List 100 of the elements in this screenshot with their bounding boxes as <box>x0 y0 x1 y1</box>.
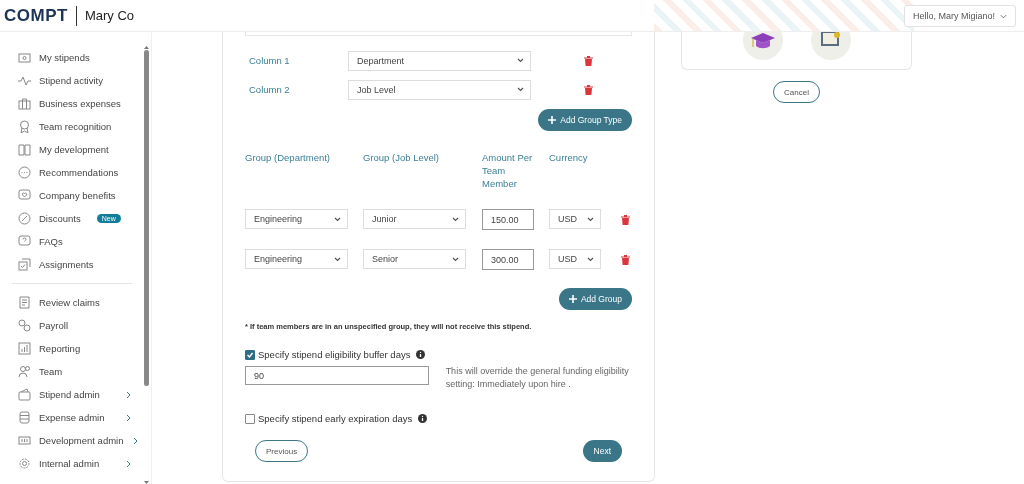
trash-icon <box>584 55 593 66</box>
column-header: Currency <box>549 151 589 165</box>
nav-label: Business expenses <box>39 98 121 109</box>
nav-item[interactable]: Team recognition <box>18 115 132 138</box>
nav-item[interactable]: Development admin <box>18 429 132 452</box>
dropdown[interactable]: Engineering <box>245 249 348 269</box>
nav-item[interactable]: Review claims <box>18 291 132 314</box>
column-header: Group (Department) <box>245 151 331 165</box>
nav-label: Team recognition <box>39 121 112 132</box>
nav-label: Assignments <box>39 259 94 270</box>
column-label: Column 2 <box>248 84 291 95</box>
chevron-down-icon <box>517 58 524 63</box>
dropdown[interactable]: Department <box>348 50 531 71</box>
chevron-down-icon <box>587 216 594 222</box>
scrollbar-thumb[interactable] <box>144 50 149 386</box>
logo[interactable]: COMPT <box>4 5 68 26</box>
nav-item[interactable]: Company benefits <box>18 184 132 207</box>
nav-item[interactable]: Reporting <box>18 337 132 360</box>
nav-label: Recommendations <box>39 167 119 178</box>
nav-label: Development admin <box>39 435 124 446</box>
scroll-up-arrow-icon <box>144 46 149 49</box>
cancel-button[interactable]: Cancel <box>773 81 820 103</box>
nav-label: Internal admin <box>39 458 100 469</box>
dropdown[interactable]: USD <box>549 209 601 229</box>
nav-item[interactable]: My stipends <box>18 46 132 69</box>
nav-label: Payroll <box>39 320 69 331</box>
dropdown[interactable]: Junior <box>363 209 466 229</box>
column-label: Column 1 <box>248 55 291 66</box>
database-icon <box>18 411 31 424</box>
nav-item[interactable]: Recommendations <box>18 161 132 184</box>
nav-label: FAQs <box>39 236 63 247</box>
nav-label: Reporting <box>39 343 81 354</box>
trash-icon <box>584 84 593 95</box>
book-icon <box>18 143 31 156</box>
pulse-icon <box>18 74 31 87</box>
company-name: Mary Co <box>84 8 134 23</box>
previous-button[interactable]: Previous <box>255 440 309 462</box>
days-field[interactable]: 90 <box>245 366 429 385</box>
nav-item[interactable]: Assignments <box>18 253 132 276</box>
nav-item[interactable]: Team <box>18 360 132 383</box>
chevron-down-icon <box>334 216 341 222</box>
question-icon <box>18 235 31 248</box>
nav-label: Stipend activity <box>39 75 103 86</box>
dropdown[interactable]: Senior <box>363 249 466 269</box>
plus-icon <box>568 295 577 303</box>
briefcase-icon <box>18 97 31 110</box>
nav-label: Stipend admin <box>39 389 100 400</box>
discount-icon <box>18 212 31 225</box>
dropdown[interactable]: Job Level <box>348 79 531 100</box>
plus-icon <box>548 116 557 124</box>
document-icon <box>18 296 31 309</box>
amount-field[interactable]: 150.00 <box>482 209 534 230</box>
nav-label: Company benefits <box>39 190 116 201</box>
nav-item[interactable]: Internal admin <box>18 452 132 475</box>
add-button[interactable]: Add Group <box>558 288 632 310</box>
nav-item[interactable]: FAQs <box>18 230 132 253</box>
award-icon <box>18 120 31 133</box>
info-icon <box>416 350 426 359</box>
dropdown[interactable]: Engineering <box>245 209 348 229</box>
nav-item[interactable]: Stipend activity <box>18 69 132 92</box>
nav-item[interactable]: Payroll <box>18 314 132 337</box>
nav-label: Review claims <box>39 297 100 308</box>
dropdown[interactable]: USD <box>549 249 601 269</box>
bar-chart-icon <box>18 342 31 355</box>
amount-field[interactable]: 300.00 <box>482 249 534 270</box>
scroll-down-arrow-icon <box>144 481 149 484</box>
column-header: Amount Per Team Member <box>482 151 534 190</box>
people-icon <box>18 365 31 378</box>
chevron-down-icon <box>587 256 594 262</box>
nav-item[interactable]: Stipend admin <box>18 383 132 406</box>
nav-label: Discounts <box>39 213 81 224</box>
chat-icon <box>18 166 31 179</box>
user-menu[interactable]: Hello, Mary Migiano! <box>903 5 1016 27</box>
nav-label: My stipends <box>39 52 90 63</box>
chevron-down-icon <box>452 256 459 262</box>
gear-icon <box>18 457 31 470</box>
chevron-down-icon <box>334 256 341 262</box>
nav-label: My development <box>39 144 109 155</box>
chevron-down-icon <box>517 87 524 92</box>
chevron-down-icon <box>452 216 459 222</box>
column-header: Group (Job Level) <box>363 151 441 165</box>
info-icon <box>418 414 428 423</box>
checklist-icon <box>18 258 31 271</box>
checkbox-label: Specify stipend early expiration days <box>258 413 413 424</box>
checkbox[interactable] <box>245 413 255 424</box>
checkbox[interactable] <box>245 349 255 360</box>
wallet-icon <box>18 51 31 64</box>
wallet-icon <box>18 388 31 401</box>
checkbox-label: Specify stipend eligibility buffer days <box>258 349 411 360</box>
help-text: This will override the general funding eligibility setting: Immediately upon hire . <box>445 365 630 391</box>
chevron-down-icon <box>1000 13 1007 19</box>
trash-icon <box>621 214 630 225</box>
nav-item[interactable]: Expense admin <box>18 406 132 429</box>
trash-icon <box>621 254 630 265</box>
nav-item[interactable]: Business expenses <box>18 92 132 115</box>
next-button[interactable]: Next <box>582 440 622 462</box>
nav-item[interactable]: My development <box>18 138 132 161</box>
nav-label: Expense admin <box>39 412 105 423</box>
add-button[interactable]: Add Group Type <box>538 109 632 131</box>
nav-label: Team <box>39 366 63 377</box>
